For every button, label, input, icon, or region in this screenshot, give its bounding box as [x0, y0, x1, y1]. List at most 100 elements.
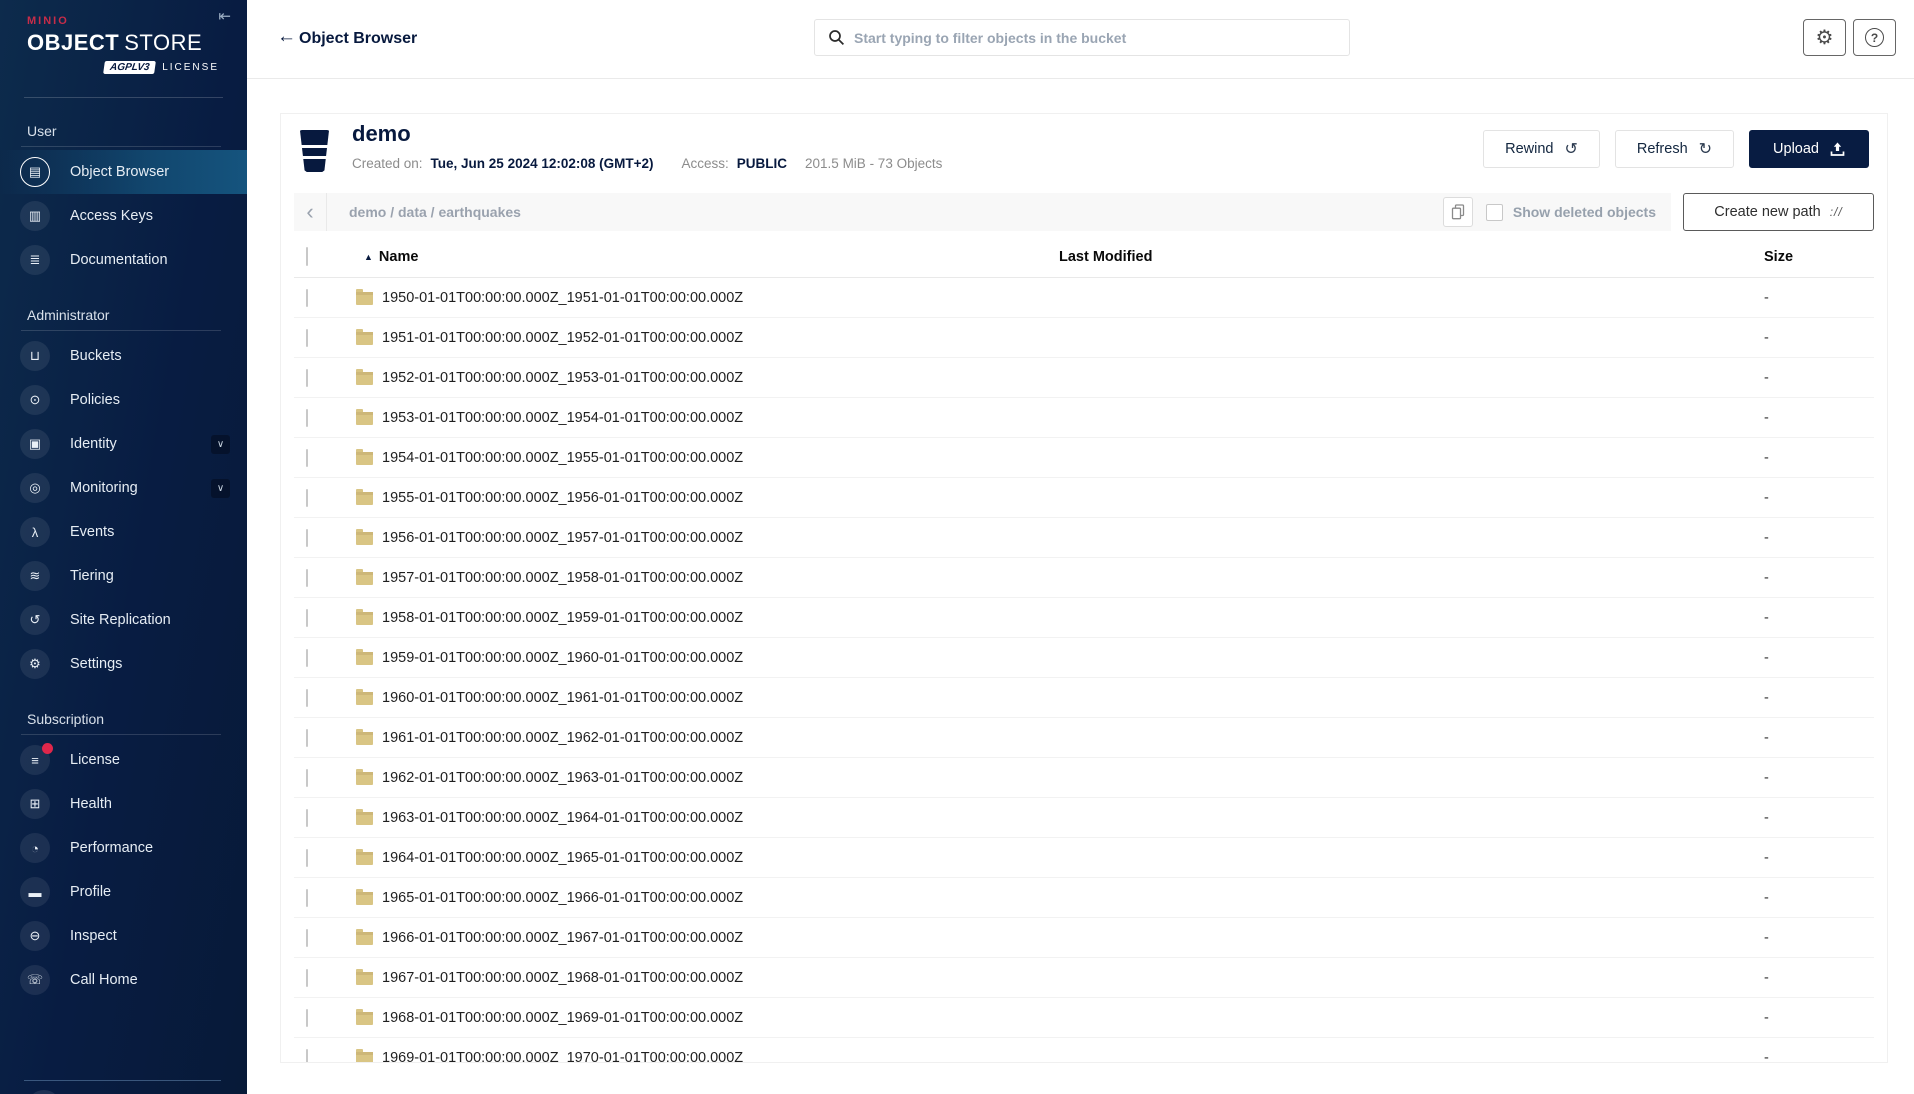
copy-icon — [1451, 204, 1465, 220]
sidebar-item-call-home[interactable]: ☏Call Home — [0, 958, 247, 1002]
select-all-checkbox[interactable] — [306, 247, 308, 266]
sidebar-item-tiering[interactable]: ≋Tiering — [0, 554, 247, 598]
copy-path-button[interactable] — [1443, 197, 1473, 227]
row-checkbox[interactable] — [306, 889, 308, 907]
table-row[interactable]: 1954-01-01T00:00:00.000Z_1955-01-01T00:0… — [294, 438, 1874, 478]
row-checkbox[interactable] — [306, 569, 308, 587]
row-checkbox[interactable] — [306, 969, 308, 987]
sidebar-item-site-replication[interactable]: ↺Site Replication — [0, 598, 247, 642]
table-row[interactable]: 1956-01-01T00:00:00.000Z_1957-01-01T00:0… — [294, 518, 1874, 558]
sidebar-item-buckets[interactable]: ⊔Buckets — [0, 334, 247, 378]
sidebar-item-identity[interactable]: ▣Identity∨ — [0, 422, 247, 466]
row-name-cell[interactable]: 1955-01-01T00:00:00.000Z_1956-01-01T00:0… — [334, 490, 1059, 506]
row-name-cell[interactable]: 1965-01-01T00:00:00.000Z_1966-01-01T00:0… — [334, 890, 1059, 906]
sidebar-item-settings[interactable]: ⚙Settings — [0, 642, 247, 686]
row-checkbox[interactable] — [306, 729, 308, 747]
table-row[interactable]: 1952-01-01T00:00:00.000Z_1953-01-01T00:0… — [294, 358, 1874, 398]
row-checkbox[interactable] — [306, 329, 308, 347]
search-input[interactable] — [854, 20, 1349, 55]
table-row[interactable]: 1951-01-01T00:00:00.000Z_1952-01-01T00:0… — [294, 318, 1874, 358]
row-name-cell[interactable]: 1951-01-01T00:00:00.000Z_1952-01-01T00:0… — [334, 330, 1059, 346]
row-checkbox[interactable] — [306, 489, 308, 507]
table-row[interactable]: 1964-01-01T00:00:00.000Z_1965-01-01T00:0… — [294, 838, 1874, 878]
table-row[interactable]: 1960-01-01T00:00:00.000Z_1961-01-01T00:0… — [294, 678, 1874, 718]
row-name-cell[interactable]: 1957-01-01T00:00:00.000Z_1958-01-01T00:0… — [334, 570, 1059, 586]
show-deleted-checkbox[interactable] — [1486, 204, 1503, 221]
sidebar-item-monitoring[interactable]: ◎Monitoring∨ — [0, 466, 247, 510]
upload-button[interactable]: Upload — [1749, 130, 1869, 168]
back-arrow-icon[interactable]: ← — [277, 26, 296, 48]
sidebar-item-object-browser[interactable]: ▤Object Browser — [0, 150, 247, 194]
sidebar-item-documentation[interactable]: ≣Documentation — [0, 238, 247, 282]
row-name-cell[interactable]: 1954-01-01T00:00:00.000Z_1955-01-01T00:0… — [334, 450, 1059, 466]
settings-icon: ⚙ — [20, 649, 50, 679]
sidebar-item-license[interactable]: ≡License — [0, 738, 247, 782]
row-checkbox[interactable] — [306, 649, 308, 667]
sidebar-item-events[interactable]: λEvents — [0, 510, 247, 554]
sidebar-item-inspect[interactable]: ⊖Inspect — [0, 914, 247, 958]
row-name-cell[interactable]: 1968-01-01T00:00:00.000Z_1969-01-01T00:0… — [334, 1010, 1059, 1026]
sidebar-item-access-keys[interactable]: ▥Access Keys — [0, 194, 247, 238]
row-checkbox[interactable] — [306, 809, 308, 827]
table-row[interactable]: 1953-01-01T00:00:00.000Z_1954-01-01T00:0… — [294, 398, 1874, 438]
table-row[interactable]: 1967-01-01T00:00:00.000Z_1968-01-01T00:0… — [294, 958, 1874, 998]
notification-dot — [42, 743, 53, 754]
settings-gear-button[interactable]: ⚙ — [1803, 19, 1846, 56]
row-name-cell[interactable]: 1959-01-01T00:00:00.000Z_1960-01-01T00:0… — [334, 650, 1059, 666]
row-checkbox[interactable] — [306, 769, 308, 787]
rewind-button[interactable]: Rewind↺ — [1483, 130, 1600, 168]
row-name-cell[interactable]: 1953-01-01T00:00:00.000Z_1954-01-01T00:0… — [334, 410, 1059, 426]
row-checkbox[interactable] — [306, 1009, 308, 1027]
refresh-button[interactable]: Refresh↻ — [1615, 130, 1734, 168]
row-checkbox-cell — [294, 770, 334, 786]
column-header-last-modified[interactable]: Last Modified — [1059, 249, 1746, 265]
row-name-cell[interactable]: 1964-01-01T00:00:00.000Z_1965-01-01T00:0… — [334, 850, 1059, 866]
column-header-size[interactable]: Size — [1746, 249, 1874, 265]
chevron-down-icon[interactable]: ∨ — [211, 479, 230, 498]
sidebar-item-health[interactable]: ⊞Health — [0, 782, 247, 826]
row-checkbox[interactable] — [306, 529, 308, 547]
table-row[interactable]: 1959-01-01T00:00:00.000Z_1960-01-01T00:0… — [294, 638, 1874, 678]
collapse-sidebar-icon[interactable]: ⇤ — [218, 7, 231, 25]
table-row[interactable]: 1958-01-01T00:00:00.000Z_1959-01-01T00:0… — [294, 598, 1874, 638]
row-checkbox[interactable] — [306, 369, 308, 387]
table-row[interactable]: 1968-01-01T00:00:00.000Z_1969-01-01T00:0… — [294, 998, 1874, 1038]
row-name-cell[interactable]: 1963-01-01T00:00:00.000Z_1964-01-01T00:0… — [334, 810, 1059, 826]
row-checkbox[interactable] — [306, 449, 308, 467]
row-name-cell[interactable]: 1962-01-01T00:00:00.000Z_1963-01-01T00:0… — [334, 770, 1059, 786]
row-name-cell[interactable]: 1966-01-01T00:00:00.000Z_1967-01-01T00:0… — [334, 930, 1059, 946]
row-checkbox[interactable] — [306, 849, 308, 867]
row-name-cell[interactable]: 1960-01-01T00:00:00.000Z_1961-01-01T00:0… — [334, 690, 1059, 706]
table-row[interactable]: 1950-01-01T00:00:00.000Z_1951-01-01T00:0… — [294, 278, 1874, 318]
row-checkbox[interactable] — [306, 289, 308, 307]
row-checkbox[interactable] — [306, 929, 308, 947]
row-name-cell[interactable]: 1967-01-01T00:00:00.000Z_1968-01-01T00:0… — [334, 970, 1059, 986]
table-row[interactable]: 1966-01-01T00:00:00.000Z_1967-01-01T00:0… — [294, 918, 1874, 958]
breadcrumb-back-button[interactable]: ‹ — [294, 193, 327, 231]
row-checkbox[interactable] — [306, 609, 308, 627]
row-checkbox[interactable] — [306, 1049, 308, 1064]
table-row[interactable]: 1961-01-01T00:00:00.000Z_1962-01-01T00:0… — [294, 718, 1874, 758]
table-row[interactable]: 1969-01-01T00:00:00.000Z_1970-01-01T00:0… — [294, 1038, 1874, 1063]
chevron-down-icon[interactable]: ∨ — [211, 435, 230, 454]
row-name-cell[interactable]: 1956-01-01T00:00:00.000Z_1957-01-01T00:0… — [334, 530, 1059, 546]
sidebar-item-profile[interactable]: ▬Profile — [0, 870, 247, 914]
sidebar-item-policies[interactable]: ⊙Policies — [0, 378, 247, 422]
column-header-name[interactable]: ▲ Name — [334, 249, 1059, 265]
table-row[interactable]: 1957-01-01T00:00:00.000Z_1958-01-01T00:0… — [294, 558, 1874, 598]
row-checkbox[interactable] — [306, 409, 308, 427]
sidebar-item-performance[interactable]: ◔Performance — [0, 826, 247, 870]
row-name-cell[interactable]: 1950-01-01T00:00:00.000Z_1951-01-01T00:0… — [334, 290, 1059, 306]
table-row[interactable]: 1955-01-01T00:00:00.000Z_1956-01-01T00:0… — [294, 478, 1874, 518]
table-row[interactable]: 1962-01-01T00:00:00.000Z_1963-01-01T00:0… — [294, 758, 1874, 798]
table-row[interactable]: 1963-01-01T00:00:00.000Z_1964-01-01T00:0… — [294, 798, 1874, 838]
table-row[interactable]: 1965-01-01T00:00:00.000Z_1966-01-01T00:0… — [294, 878, 1874, 918]
row-name-cell[interactable]: 1952-01-01T00:00:00.000Z_1953-01-01T00:0… — [334, 370, 1059, 386]
row-name-cell[interactable]: 1958-01-01T00:00:00.000Z_1959-01-01T00:0… — [334, 610, 1059, 626]
row-checkbox[interactable] — [306, 689, 308, 707]
breadcrumb[interactable]: demo / data / earthquakes — [349, 204, 521, 220]
create-new-path-button[interactable]: Create new path:// — [1683, 193, 1874, 231]
row-name-cell[interactable]: 1969-01-01T00:00:00.000Z_1970-01-01T00:0… — [334, 1050, 1059, 1064]
row-name-cell[interactable]: 1961-01-01T00:00:00.000Z_1962-01-01T00:0… — [334, 730, 1059, 746]
help-button[interactable]: ? — [1853, 19, 1896, 56]
